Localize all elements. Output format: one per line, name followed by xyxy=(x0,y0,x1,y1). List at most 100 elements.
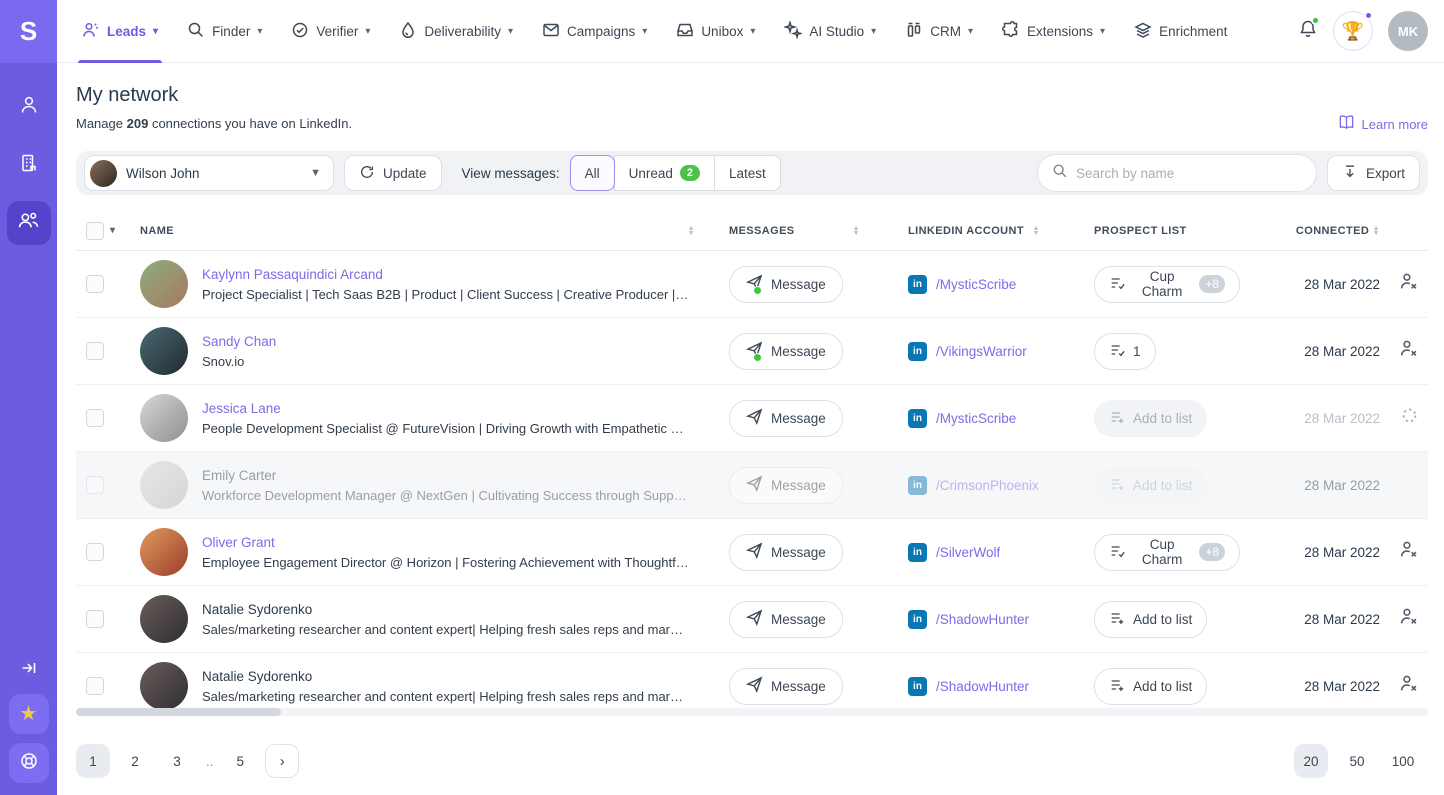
export-button[interactable]: Export xyxy=(1327,155,1420,191)
column-header-prospect-list: PROSPECT LIST xyxy=(1050,225,1240,237)
nav-enrichment[interactable]: Enrichment xyxy=(1134,0,1227,63)
remove-connection-icon[interactable] xyxy=(1399,339,1418,363)
learn-more-link[interactable]: Learn more xyxy=(1338,114,1428,134)
page-size-button[interactable]: 20 xyxy=(1294,744,1328,778)
message-button[interactable]: Message xyxy=(729,534,843,571)
linkedin-handle[interactable]: /ShadowHunter xyxy=(936,612,1029,627)
prospect-list-button[interactable]: Cup Charm +8 xyxy=(1094,266,1240,303)
contact-name-link[interactable]: Emily Carter xyxy=(202,468,689,483)
achievements-button[interactable]: 🏆 xyxy=(1333,11,1373,51)
column-header-messages[interactable]: MESSAGES▲▼ xyxy=(705,225,870,237)
prospect-list-button[interactable]: Add to list xyxy=(1094,400,1207,437)
linkedin-handle[interactable]: /VikingsWarrior xyxy=(936,344,1027,359)
column-header-name[interactable]: NAME▲▼ xyxy=(140,225,705,237)
nav-deliverability[interactable]: Deliverability▾ xyxy=(399,0,513,63)
network-icon xyxy=(17,209,40,237)
help-button[interactable] xyxy=(9,743,49,783)
nav-extensions[interactable]: Extensions▾ xyxy=(1002,0,1105,63)
linkedin-handle[interactable]: /MysticScribe xyxy=(936,411,1016,426)
nav-leads[interactable]: Leads▾ xyxy=(82,0,158,63)
page-size-button[interactable]: 50 xyxy=(1340,744,1374,778)
row-checkbox[interactable] xyxy=(86,543,104,561)
remove-connection-icon[interactable] xyxy=(1399,607,1418,631)
linkedin-handle[interactable]: /CrimsonPhoenix xyxy=(936,478,1039,493)
sidebar-collapse-button[interactable] xyxy=(9,655,49,685)
sidebar-item-companies[interactable] xyxy=(7,143,51,187)
verifier-icon xyxy=(291,21,309,42)
prospect-list-button[interactable]: Cup Charm +8 xyxy=(1094,534,1240,571)
sidebar-item-prospects[interactable] xyxy=(7,85,51,129)
avatar xyxy=(140,595,188,643)
linkedin-handle[interactable]: /ShadowHunter xyxy=(936,679,1029,694)
row-checkbox[interactable] xyxy=(86,476,104,494)
contact-name-link[interactable]: Oliver Grant xyxy=(202,535,689,550)
connected-date: 28 Mar 2022 xyxy=(1304,478,1380,493)
user-avatar[interactable]: MK xyxy=(1388,11,1428,51)
prospect-list-button[interactable]: Add to list xyxy=(1094,601,1207,638)
chevron-down-icon: ▾ xyxy=(642,26,647,37)
chevron-down-icon[interactable]: ▾ xyxy=(110,225,115,236)
list-plus-icon xyxy=(1109,476,1125,495)
nav-ai-studio[interactable]: AI Studio▾ xyxy=(784,0,876,63)
contact-name-link[interactable]: Natalie Sydorenko xyxy=(202,602,689,617)
brand-logo[interactable]: S xyxy=(0,0,57,63)
search-input[interactable] xyxy=(1076,166,1302,181)
notifications-button[interactable] xyxy=(1298,19,1318,44)
update-button[interactable]: Update xyxy=(344,155,442,191)
message-button[interactable]: Message xyxy=(729,333,843,370)
nav-finder[interactable]: Finder▾ xyxy=(187,0,262,63)
page-button[interactable]: 1 xyxy=(76,744,110,778)
page-button[interactable]: 5 xyxy=(223,744,257,778)
contact-name-link[interactable]: Kaylynn Passaquindici Arcand xyxy=(202,267,689,282)
row-checkbox[interactable] xyxy=(86,610,104,628)
page-button[interactable]: 2 xyxy=(118,744,152,778)
account-select[interactable]: Wilson John ▼ xyxy=(84,155,334,191)
contact-name-link[interactable]: Sandy Chan xyxy=(202,334,276,349)
select-all-checkbox[interactable] xyxy=(86,222,104,240)
message-button[interactable]: Message xyxy=(729,266,843,303)
contact-name-link[interactable]: Natalie Sydorenko xyxy=(202,669,689,684)
linkedin-handle[interactable]: /SilverWolf xyxy=(936,545,1000,560)
linkedin-handle[interactable]: /MysticScribe xyxy=(936,277,1016,292)
row-checkbox[interactable] xyxy=(86,342,104,360)
table-row: Natalie Sydorenko Sales/marketing resear… xyxy=(76,653,1428,708)
prospect-list-button[interactable]: Add to list xyxy=(1094,668,1207,705)
favorites-button[interactable]: ★ xyxy=(9,694,49,734)
nav-campaigns[interactable]: Campaigns▾ xyxy=(542,0,647,63)
chevron-down-icon: ▾ xyxy=(750,26,755,37)
remove-connection-icon[interactable] xyxy=(1399,674,1418,698)
prospect-list-button[interactable]: Add to list xyxy=(1094,467,1207,504)
extensions-icon xyxy=(1002,21,1020,42)
message-button[interactable]: Message xyxy=(729,400,843,437)
filter-unread[interactable]: Unread 2 xyxy=(614,155,715,191)
message-button[interactable]: Message xyxy=(729,467,843,504)
nav-crm[interactable]: CRM▾ xyxy=(905,0,973,63)
next-page-button[interactable]: › xyxy=(265,744,299,778)
sidebar-item-my-network[interactable] xyxy=(7,201,51,245)
row-checkbox[interactable] xyxy=(86,677,104,695)
nav-unibox[interactable]: Unibox▾ xyxy=(676,0,755,63)
scrollbar-thumb[interactable] xyxy=(76,708,281,716)
prospect-list-button[interactable]: 1 xyxy=(1094,333,1156,370)
list-plus-icon xyxy=(1109,677,1125,696)
contact-name-link[interactable]: Jessica Lane xyxy=(202,401,689,416)
page-button[interactable]: 3 xyxy=(160,744,194,778)
remove-connection-icon[interactable] xyxy=(1399,272,1418,296)
filter-latest[interactable]: Latest xyxy=(714,155,781,191)
message-button[interactable]: Message xyxy=(729,601,843,638)
filter-all[interactable]: All xyxy=(570,155,615,191)
pagination: 1 2 3 .. 5 › 20 50 100 xyxy=(76,744,1428,778)
column-header-connected[interactable]: CONNECTED ▲▼ xyxy=(1240,225,1380,237)
remove-connection-icon[interactable] xyxy=(1399,540,1418,564)
list-plus-icon xyxy=(1109,610,1125,629)
row-checkbox[interactable] xyxy=(86,275,104,293)
row-checkbox[interactable] xyxy=(86,409,104,427)
nav-verifier[interactable]: Verifier▾ xyxy=(291,0,370,63)
page-size-button[interactable]: 100 xyxy=(1386,744,1420,778)
account-name: Wilson John xyxy=(126,166,200,181)
column-header-linkedin[interactable]: LINKEDIN ACCOUNT▲▼ xyxy=(870,225,1050,237)
paper-plane-icon xyxy=(746,609,763,629)
search-box xyxy=(1037,154,1317,192)
linkedin-icon: in xyxy=(908,275,927,294)
message-button[interactable]: Message xyxy=(729,668,843,705)
